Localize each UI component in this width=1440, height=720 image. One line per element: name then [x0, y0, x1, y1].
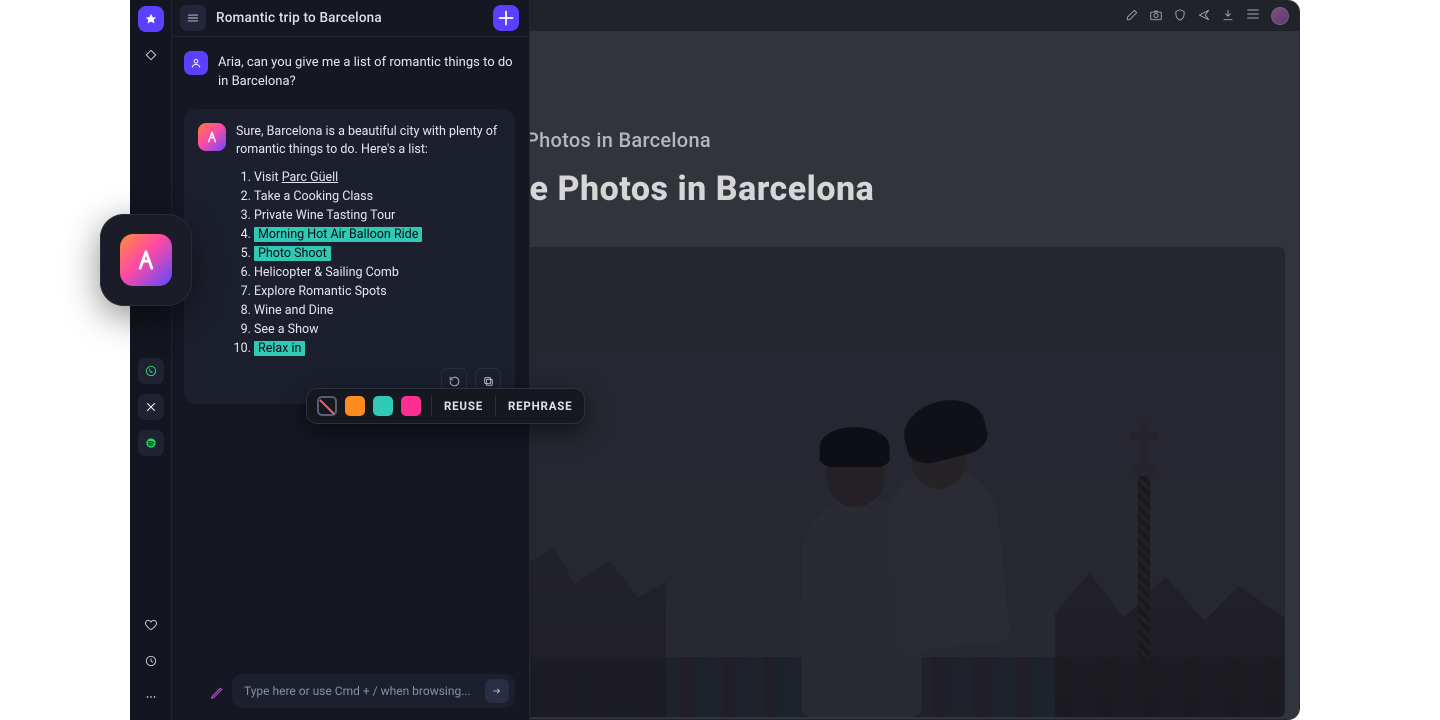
highlight-none-swatch[interactable]	[317, 396, 337, 416]
edit-icon[interactable]	[1125, 7, 1139, 26]
whatsapp-icon[interactable]	[138, 358, 164, 384]
spotify-icon[interactable]	[138, 430, 164, 456]
aria-chat-panel: Romantic trip to Barcelona Aria, can you…	[130, 0, 530, 720]
highlight-pink-swatch[interactable]	[401, 396, 421, 416]
composer-input[interactable]: Type here or use Cmd + / when browsing..…	[244, 684, 485, 698]
x-twitter-icon[interactable]	[138, 394, 164, 420]
heart-icon[interactable]	[138, 612, 164, 638]
send-button[interactable]	[485, 679, 509, 703]
highlighted-text[interactable]: Morning Hot Air Balloon Ride	[254, 227, 422, 242]
new-chat-button[interactable]	[493, 5, 519, 31]
highlight-orange-swatch[interactable]	[345, 396, 365, 416]
user-message-text: Aria, can you give me a list of romantic…	[218, 51, 515, 91]
aria-rail-button[interactable]	[138, 6, 164, 32]
aria-logo-icon	[198, 123, 226, 151]
assistant-intro-text: Sure, Barcelona is a beautiful city with…	[236, 123, 501, 159]
assistant-message-card: Sure, Barcelona is a beautiful city with…	[184, 109, 515, 404]
list-item: Take a Cooking Class	[254, 188, 501, 206]
history-icon[interactable]	[138, 648, 164, 674]
sidebar-toggle-button[interactable]	[180, 5, 206, 31]
rephrase-button[interactable]: REPHRASE	[506, 399, 574, 413]
assistant-list: Visit Parc Güell Take a Cooking Class Pr…	[254, 169, 501, 358]
left-rail	[130, 0, 172, 720]
highlight-teal-swatch[interactable]	[373, 396, 393, 416]
list-item: Visit Parc Güell	[254, 169, 501, 187]
aria-logo-icon	[120, 234, 172, 286]
parc-guell-link[interactable]: Parc Güell	[282, 170, 339, 185]
list-item: Private Wine Tasting Tour	[254, 207, 501, 225]
list-item: See a Show	[254, 321, 501, 339]
page-headline: ke Photos in Barcelona	[511, 169, 874, 209]
compose-pencil-icon[interactable]	[206, 682, 228, 704]
highlighted-text[interactable]: Relax in	[254, 341, 305, 356]
user-message: Aria, can you give me a list of romantic…	[184, 51, 515, 91]
download-icon[interactable]	[1221, 7, 1235, 26]
shield-icon[interactable]	[1173, 7, 1187, 26]
diamond-icon[interactable]	[138, 42, 164, 68]
highlighted-text[interactable]: Photo Shoot	[254, 246, 331, 261]
camera-icon[interactable]	[1149, 7, 1163, 26]
more-icon[interactable]	[138, 684, 164, 710]
list-item: Wine and Dine	[254, 302, 501, 320]
user-avatar-icon	[184, 51, 208, 75]
list-item: Photo Shoot	[254, 245, 501, 263]
list-item: Helicopter & Sailing Comb	[254, 264, 501, 282]
conversation-title: Romantic trip to Barcelona	[216, 10, 483, 26]
selection-toolbar: REUSE REPHRASE	[306, 388, 585, 424]
menu-icon[interactable]	[1245, 6, 1261, 26]
page-breadcrumb: Photos in Barcelona	[526, 128, 711, 152]
list-item: Relax in	[254, 340, 501, 358]
aria-badge	[100, 214, 192, 306]
profile-avatar[interactable]	[1271, 7, 1289, 25]
list-item: Morning Hot Air Balloon Ride	[254, 226, 501, 244]
list-item: Explore Romantic Spots	[254, 283, 501, 301]
reuse-button[interactable]: REUSE	[442, 399, 485, 413]
send-icon[interactable]	[1197, 7, 1211, 26]
composer[interactable]: Type here or use Cmd + / when browsing..…	[232, 674, 515, 708]
